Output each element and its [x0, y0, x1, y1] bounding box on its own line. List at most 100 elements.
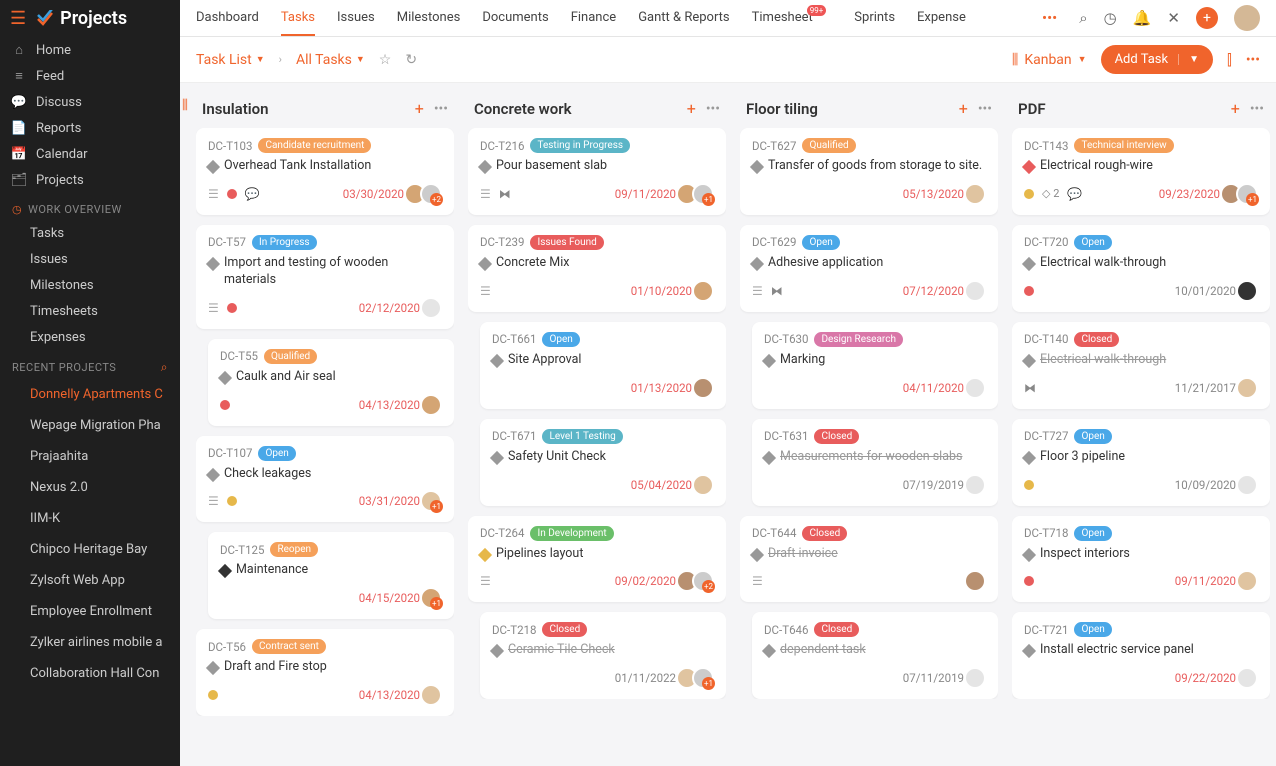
recent-project[interactable]: Zylsoft Web App — [0, 565, 180, 596]
task-card[interactable]: DC-T218 Closed Ceramic Tile Check 01/11/… — [480, 612, 726, 699]
nav-gantt-reports[interactable]: Gantt & Reports — [638, 1, 729, 36]
nav-expense[interactable]: Expense — [917, 1, 966, 36]
assignee-avatar[interactable]: +2 — [692, 570, 714, 592]
nav-sprints[interactable]: Sprints — [854, 1, 895, 36]
assignee-avatar[interactable]: +1 — [692, 667, 714, 689]
assignee-avatar[interactable]: +1 — [1236, 183, 1258, 205]
recent-project[interactable]: Chipco Heritage Bay — [0, 534, 180, 565]
assignee-avatar[interactable] — [964, 570, 986, 592]
assignee-avatar[interactable]: +1 — [420, 587, 442, 609]
task-card[interactable]: DC-T718 Open Inspect interiors 09/11/202… — [1012, 516, 1270, 603]
task-card[interactable]: DC-T103 Candidate recruitment Overhead T… — [196, 128, 454, 215]
search-icon[interactable]: ⌕ — [161, 360, 168, 375]
sidebar-item-expenses[interactable]: Expenses — [0, 324, 180, 350]
user-avatar[interactable] — [1234, 5, 1260, 31]
nav-milestones[interactable]: Milestones — [397, 1, 461, 36]
add-task-button[interactable]: Add Task ▼ — [1101, 45, 1213, 74]
assignee-avatar[interactable] — [964, 280, 986, 302]
assignee-avatar[interactable]: +1 — [692, 183, 714, 205]
task-card[interactable]: DC-T721 Open Install electric service pa… — [1012, 612, 1270, 699]
task-card[interactable]: DC-T125 Reopen Maintenance 04/15/2020 +1 — [208, 532, 454, 619]
column-more-icon[interactable]: ••• — [706, 101, 720, 117]
task-card[interactable]: DC-T727 Open Floor 3 pipeline 10/09/2020 — [1012, 419, 1270, 506]
recent-project[interactable]: IIM-K — [0, 503, 180, 534]
task-card[interactable]: DC-T630 Design Research Marking 04/11/20… — [752, 322, 998, 409]
task-card[interactable]: DC-T671 Level 1 Testing Safety Unit Chec… — [480, 419, 726, 506]
refresh-icon[interactable]: ↻ — [405, 52, 417, 68]
task-card[interactable]: DC-T56 Contract sent Draft and Fire stop… — [196, 629, 454, 716]
sidebar-item-issues[interactable]: Issues — [0, 246, 180, 272]
recent-project[interactable]: Prajaahita — [0, 441, 180, 472]
assignee-avatar[interactable] — [964, 474, 986, 496]
column-more-icon[interactable]: ••• — [1250, 101, 1264, 117]
sidebar-item-home[interactable]: ⌂Home — [0, 37, 180, 63]
assignee-avatar[interactable] — [692, 280, 714, 302]
assignee-avatar[interactable] — [1236, 667, 1258, 689]
assignee-avatar[interactable] — [1236, 474, 1258, 496]
nav-tasks[interactable]: Tasks — [281, 1, 315, 36]
menu-icon[interactable]: ☰ — [10, 8, 26, 29]
search-icon[interactable]: ⌕ — [1079, 9, 1087, 27]
assignee-avatar[interactable] — [964, 377, 986, 399]
sidebar-item-timesheets[interactable]: Timesheets — [0, 298, 180, 324]
chevron-down-icon[interactable]: ▼ — [1178, 54, 1199, 65]
view-toggle[interactable]: ⫼ Kanban ▼ — [1012, 52, 1087, 68]
recent-project[interactable]: Employee Enrollment — [0, 596, 180, 627]
task-card[interactable]: DC-T55 Qualified Caulk and Air seal 04/1… — [208, 339, 454, 426]
bell-icon[interactable]: 🔔 — [1133, 9, 1152, 27]
task-card[interactable]: DC-T264 In Development Pipelines layout … — [468, 516, 726, 603]
recent-project[interactable]: Wepage Migration Pha — [0, 410, 180, 441]
task-card[interactable]: DC-T143 Technical interview Electrical r… — [1012, 128, 1270, 215]
assignee-avatar[interactable] — [964, 667, 986, 689]
sidebar-item-milestones[interactable]: Milestones — [0, 272, 180, 298]
add-card-button[interactable]: + — [1231, 99, 1240, 118]
nav-finance[interactable]: Finance — [571, 1, 616, 36]
recent-project[interactable]: Zylker airlines mobile a — [0, 627, 180, 658]
star-icon[interactable]: ☆ — [379, 52, 392, 68]
nav-timesheet[interactable]: Timesheet99+ — [752, 1, 833, 36]
assignee-avatar[interactable] — [1236, 280, 1258, 302]
more-icon[interactable]: ••• — [1042, 9, 1057, 27]
nav-documents[interactable]: Documents — [482, 1, 548, 36]
task-card[interactable]: DC-T627 Qualified Transfer of goods from… — [740, 128, 998, 215]
task-card[interactable]: DC-T140 Closed Electrical walk-through ⧓… — [1012, 322, 1270, 409]
collapse-icon[interactable]: ⫼ — [182, 98, 188, 113]
all-tasks-crumb[interactable]: All Tasks ▼ — [296, 52, 365, 68]
task-card[interactable]: DC-T631 Closed Measurements for wooden s… — [752, 419, 998, 506]
work-overview-header[interactable]: ◷ WORK OVERVIEW — [0, 193, 180, 220]
task-card[interactable]: DC-T216 Testing in Progress Pour basemen… — [468, 128, 726, 215]
assignee-avatar[interactable]: +2 — [420, 183, 442, 205]
assignee-avatar[interactable] — [420, 394, 442, 416]
global-add-button[interactable]: + — [1196, 7, 1218, 29]
assignee-avatar[interactable] — [420, 297, 442, 319]
sidebar-item-projects[interactable]: 🗂Projects — [0, 167, 180, 193]
task-card[interactable]: DC-T661 Open Site Approval 01/13/2020 — [480, 322, 726, 409]
assignee-avatar[interactable] — [1236, 377, 1258, 399]
task-card[interactable]: DC-T629 Open Adhesive application ☰⧓ 07/… — [740, 225, 998, 312]
app-logo[interactable]: Projects — [36, 8, 127, 29]
sidebar-item-tasks[interactable]: Tasks — [0, 220, 180, 246]
add-card-button[interactable]: + — [415, 99, 424, 118]
recent-project[interactable]: Collaboration Hall Con — [0, 658, 180, 689]
assignee-avatar[interactable] — [692, 474, 714, 496]
task-card[interactable]: DC-T57 In Progress Import and testing of… — [196, 225, 454, 329]
task-card[interactable]: DC-T107 Open Check leakages ☰ 03/31/2020… — [196, 436, 454, 523]
sidebar-item-reports[interactable]: 📄Reports — [0, 115, 180, 141]
assignee-avatar[interactable]: +1 — [420, 490, 442, 512]
task-card[interactable]: DC-T646 Closed dependent task 07/11/2019 — [752, 612, 998, 699]
filter-icon[interactable]: ⫿ — [1227, 51, 1232, 69]
recent-project[interactable]: Donnelly Apartments C — [0, 379, 180, 410]
tools-icon[interactable]: ✕ — [1167, 9, 1180, 27]
task-card[interactable]: DC-T720 Open Electrical walk-through 10/… — [1012, 225, 1270, 312]
add-card-button[interactable]: + — [959, 99, 968, 118]
assignee-avatar[interactable] — [420, 684, 442, 706]
task-card[interactable]: DC-T239 Issues Found Concrete Mix ☰ 01/1… — [468, 225, 726, 312]
nav-dashboard[interactable]: Dashboard — [196, 1, 259, 36]
add-card-button[interactable]: + — [687, 99, 696, 118]
assignee-avatar[interactable] — [692, 377, 714, 399]
column-more-icon[interactable]: ••• — [434, 101, 448, 117]
timer-icon[interactable]: ◷ — [1104, 9, 1117, 27]
more-icon[interactable]: ••• — [1246, 52, 1260, 68]
nav-issues[interactable]: Issues — [337, 1, 375, 36]
recent-project[interactable]: Nexus 2.0 — [0, 472, 180, 503]
